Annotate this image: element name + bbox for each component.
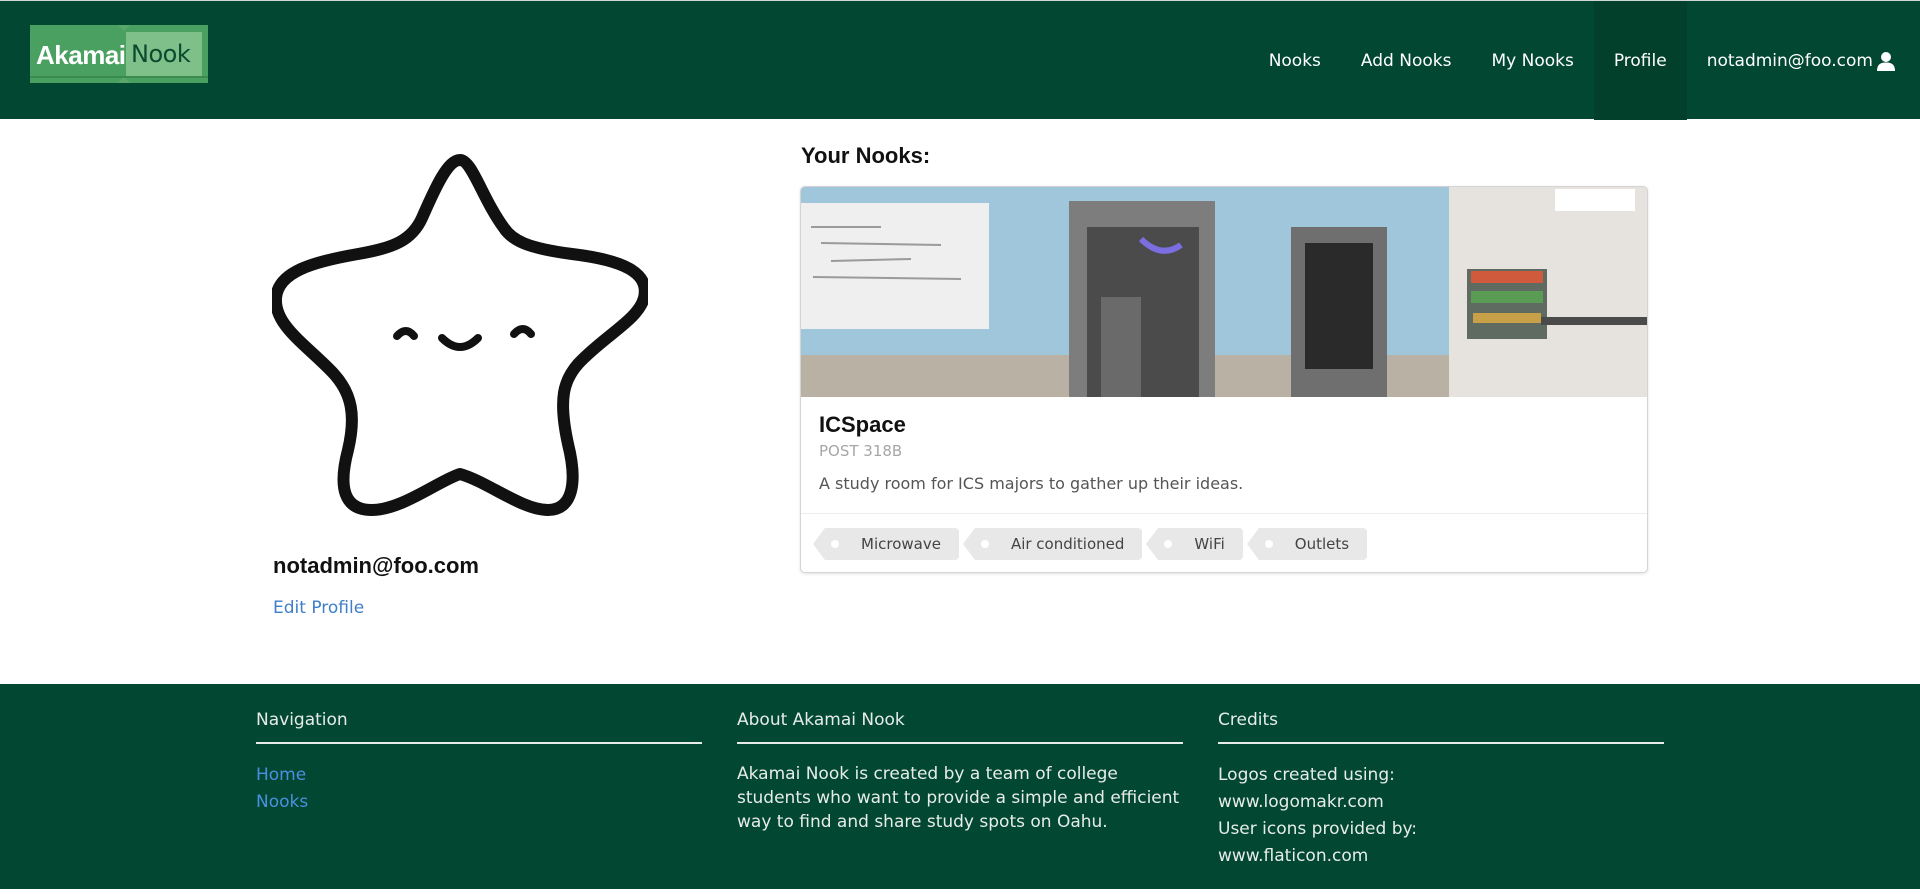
- site-footer: Navigation Home Nooks About Akamai Nook …: [0, 684, 1920, 889]
- nook-photo: [801, 187, 1647, 397]
- tag-air-conditioned[interactable]: Air conditioned: [962, 528, 1143, 560]
- brand-word-akamai: Akamai: [36, 40, 126, 70]
- footer-link-nooks[interactable]: Nooks: [256, 789, 702, 816]
- nook-title: ICSpace: [819, 412, 906, 437]
- nook-location: POST 318B: [819, 442, 903, 460]
- nav-my-nooks[interactable]: My Nooks: [1471, 1, 1593, 120]
- credits-line-icons: User icons provided by:: [1218, 819, 1418, 839]
- profile-email: notadmin@foo.com: [273, 553, 479, 578]
- nav-user-email: notadmin@foo.com: [1706, 50, 1873, 71]
- nook-description: A study room for ICS majors to gather up…: [819, 474, 1244, 493]
- nav-profile[interactable]: Profile: [1593, 1, 1687, 120]
- footer-link-home[interactable]: Home: [256, 762, 702, 789]
- nook-card[interactable]: ICSpace POST 318B A study room for ICS m…: [800, 186, 1648, 573]
- brand-word-nook: Nook: [131, 40, 191, 68]
- your-nooks-heading: Your Nooks:: [801, 143, 931, 168]
- edit-profile-link[interactable]: Edit Profile: [273, 598, 364, 618]
- main-nav: Nooks Add Nooks My Nooks Profile notadmi…: [1249, 1, 1920, 120]
- brand-logo[interactable]: Akamai Nook: [30, 25, 208, 83]
- tag-microwave[interactable]: Microwave: [813, 528, 959, 560]
- footer-navigation: Navigation Home Nooks: [256, 710, 702, 816]
- nav-add-nooks[interactable]: Add Nooks: [1341, 1, 1472, 120]
- nav-user-menu[interactable]: notadmin@foo.com: [1687, 1, 1920, 120]
- footer-credits-heading: Credits: [1218, 710, 1664, 744]
- user-icon: [1876, 51, 1896, 71]
- credits-line-flaticon: www.flaticon.com: [1218, 846, 1369, 866]
- credits-line-logos: Logos created using:: [1218, 765, 1395, 785]
- star-face-icon: [269, 148, 651, 518]
- credits-line-logomakr: www.logomakr.com: [1218, 792, 1384, 812]
- footer-about-heading: About Akamai Nook: [737, 710, 1183, 744]
- footer-about: About Akamai Nook Akamai Nook is created…: [737, 710, 1183, 834]
- top-navbar: Akamai Nook Nooks Add Nooks My Nooks Pro…: [0, 0, 1920, 120]
- nav-nooks[interactable]: Nooks: [1249, 1, 1341, 120]
- tag-outlets[interactable]: Outlets: [1246, 528, 1368, 560]
- footer-credits: Credits Logos created using: www.logomak…: [1218, 710, 1664, 870]
- footer-about-text: Akamai Nook is created by a team of coll…: [737, 764, 1180, 832]
- tag-wifi[interactable]: WiFi: [1146, 528, 1243, 560]
- footer-navigation-heading: Navigation: [256, 710, 702, 744]
- nook-tags-section: Microwave Air conditioned WiFi Outlets: [801, 513, 1647, 572]
